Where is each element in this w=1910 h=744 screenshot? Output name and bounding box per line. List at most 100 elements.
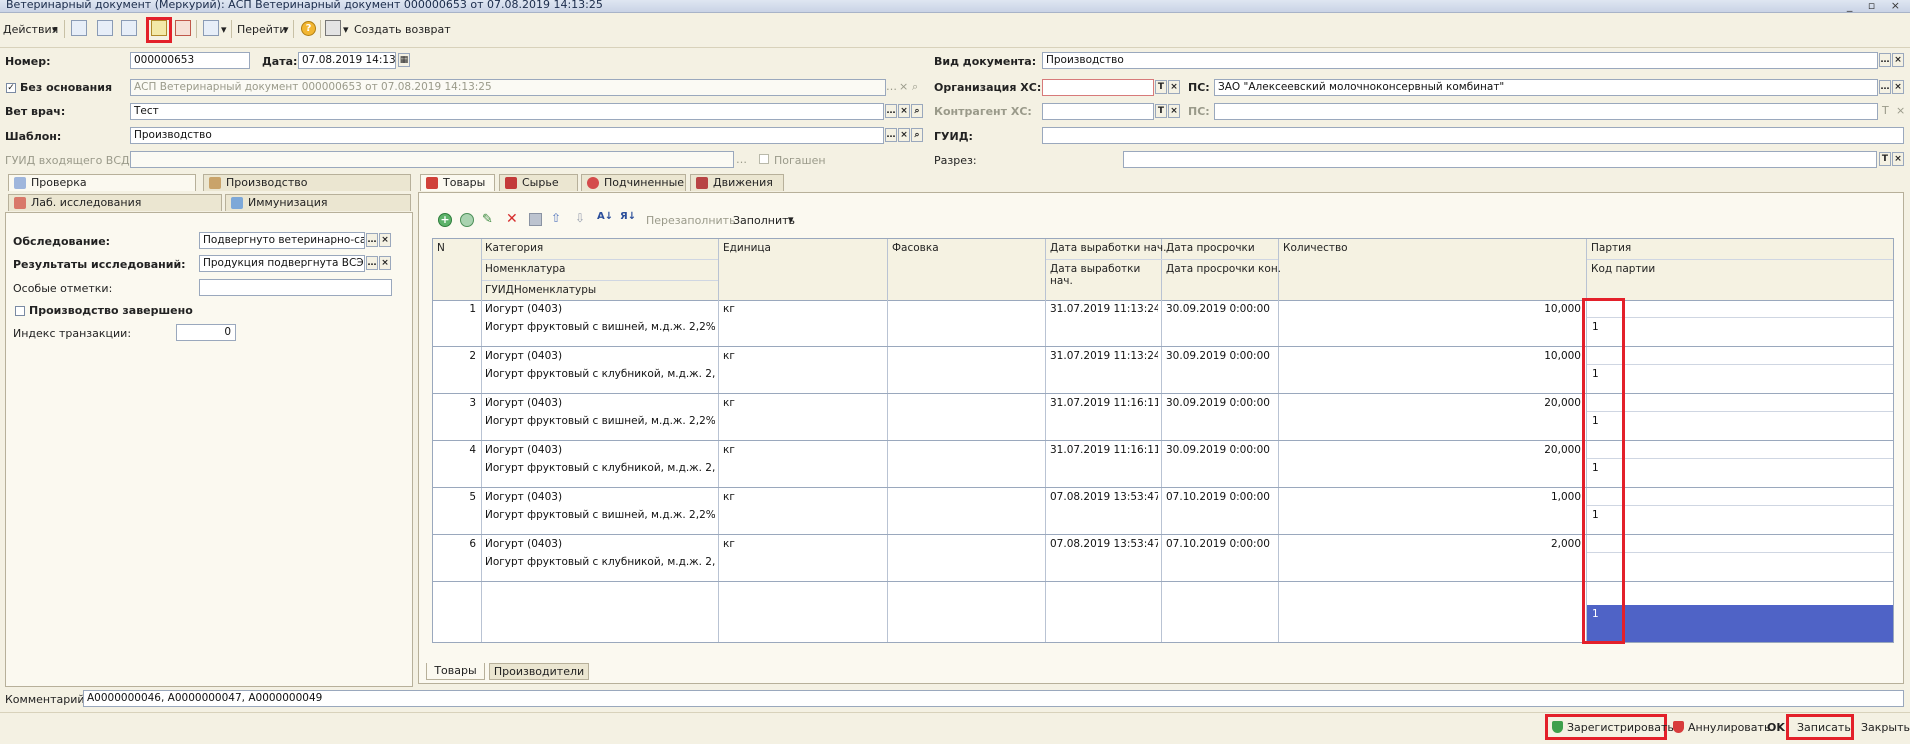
cell-prod-date[interactable]: 31.07.2019 11:13:24	[1050, 303, 1158, 315]
tab-lab-tests[interactable]: Лаб. исследования	[8, 194, 222, 211]
register-button[interactable]: Зарегистрировать	[1567, 721, 1674, 734]
cell-n[interactable]: 1	[436, 303, 476, 315]
cell-unit[interactable]: кг	[723, 491, 883, 503]
special-marks-field[interactable]	[199, 279, 392, 296]
header-n[interactable]: N	[437, 242, 445, 254]
cell-category[interactable]: Йогурт (0403)	[485, 350, 715, 362]
print-dropdown-icon[interactable]: ▾	[343, 23, 349, 36]
cell-unit[interactable]: кг	[723, 350, 883, 362]
cell-n[interactable]: 5	[436, 491, 476, 503]
unpost-icon[interactable]	[175, 20, 191, 36]
header-batch-code[interactable]: Код партии	[1591, 263, 1655, 275]
close-button[interactable]: Закрыть	[1861, 721, 1910, 734]
guid-field[interactable]	[1042, 127, 1904, 144]
cell-exp-date[interactable]: 30.09.2019 0:00:00	[1166, 350, 1276, 362]
cell-unit[interactable]: кг	[723, 538, 883, 550]
ps2-clear-icon[interactable]: ×	[1896, 104, 1905, 117]
header-guid-nomenclature[interactable]: ГУИДНоменклатуры	[485, 284, 596, 296]
sort-asc-icon[interactable]: A↓	[597, 211, 613, 222]
bottom-tab-producers[interactable]: Производители	[489, 663, 589, 680]
tab-movements[interactable]: Движения	[690, 174, 784, 191]
tab-production[interactable]: Производство	[203, 174, 411, 191]
cell-category[interactable]: Йогурт (0403)	[485, 538, 715, 550]
counterparty-field[interactable]	[1042, 103, 1154, 120]
structure-dropdown-icon[interactable]: ▾	[221, 23, 227, 36]
cell-n[interactable]: 6	[436, 538, 476, 550]
cell-unit[interactable]: кг	[723, 397, 883, 409]
fill-dropdown-icon[interactable]: ▾	[788, 213, 794, 226]
print-icon[interactable]	[325, 20, 341, 36]
template-select-button[interactable]: …	[885, 128, 897, 142]
vet-clear-icon[interactable]: ×	[898, 104, 910, 118]
end-edit-icon[interactable]	[529, 213, 542, 226]
template-search-icon[interactable]: ⌕	[911, 128, 923, 142]
refresh-icon[interactable]	[121, 20, 137, 36]
cell-n[interactable]: 2	[436, 350, 476, 362]
fill-document-icon[interactable]	[151, 20, 167, 36]
cell-nomenclature[interactable]: Йогурт фруктовый с клубникой, м.д.ж. 2,2…	[485, 556, 715, 568]
cell-exp-date[interactable]: 30.09.2019 0:00:00	[1166, 303, 1276, 315]
incoming-guid-select-button[interactable]: …	[736, 153, 747, 166]
cell-unit[interactable]: кг	[723, 444, 883, 456]
cell-n[interactable]: 3	[436, 397, 476, 409]
template-field[interactable]: Производство	[130, 127, 884, 144]
cell-exp-date[interactable]: 07.10.2019 0:00:00	[1166, 538, 1276, 550]
selected-batch-cell[interactable]	[1587, 605, 1893, 642]
header-nomenclature[interactable]: Номенклатура	[485, 263, 565, 275]
cell-nomenclature[interactable]: Йогурт фруктовый с клубникой, м.д.ж. 2,2…	[485, 368, 715, 380]
go-menu[interactable]: Перейти	[237, 23, 287, 36]
save-button[interactable]: Записать	[1797, 721, 1851, 734]
transaction-index-field[interactable]: 0	[176, 324, 236, 341]
move-down-icon[interactable]: ⇩	[575, 211, 585, 225]
tab-goods[interactable]: Товары	[420, 174, 495, 191]
edit-row-icon[interactable]: ✎	[482, 212, 493, 227]
calendar-icon[interactable]: ▦	[398, 53, 410, 67]
cell-prod-date[interactable]: 07.08.2019 13:53:47	[1050, 491, 1158, 503]
production-done-checkbox[interactable]	[15, 306, 25, 316]
number-field[interactable]: 000000653	[130, 52, 250, 69]
annul-button[interactable]: Аннулировать	[1688, 721, 1770, 734]
copy-row-icon[interactable]	[460, 213, 474, 227]
cell-exp-date[interactable]: 30.09.2019 0:00:00	[1166, 444, 1276, 456]
inspection-select-button[interactable]: …	[366, 233, 378, 247]
cell-nomenclature[interactable]: Йогурт фруктовый с вишней, м.д.ж. 2,2% п…	[485, 321, 715, 333]
actions-dropdown-icon[interactable]: ▾	[52, 23, 58, 36]
cell-quantity[interactable]: 2,000	[1283, 538, 1581, 550]
cell-quantity[interactable]: 20,000	[1283, 444, 1581, 456]
date-field[interactable]: 07.08.2019 14:13:2	[298, 52, 396, 69]
save-copy-icon[interactable]	[71, 20, 87, 36]
header-exp-date[interactable]: Дата просрочки	[1166, 242, 1255, 254]
header-exp-date-end[interactable]: Дата просрочки кон.	[1166, 263, 1281, 275]
sort-desc-icon[interactable]: Я↓	[620, 211, 636, 222]
org-type-button[interactable]: T	[1155, 80, 1167, 94]
window-controls[interactable]: _ ▫ ×	[1847, 0, 1906, 12]
header-packing[interactable]: Фасовка	[892, 242, 939, 254]
cell-exp-date[interactable]: 30.09.2019 0:00:00	[1166, 397, 1276, 409]
section-clear-icon[interactable]: ×	[1892, 152, 1904, 166]
tab-immunization[interactable]: Иммунизация	[225, 194, 411, 211]
doc-type-select-button[interactable]: …	[1879, 53, 1891, 67]
section-type-button[interactable]: T	[1879, 152, 1891, 166]
cell-category[interactable]: Йогурт (0403)	[485, 397, 715, 409]
doc-type-clear-icon[interactable]: ×	[1892, 53, 1904, 67]
doc-type-field[interactable]: Производство	[1042, 52, 1878, 69]
cell-prod-date[interactable]: 31.07.2019 11:13:24	[1050, 350, 1158, 362]
basis-search-icon[interactable]: ⌕	[912, 80, 918, 94]
ps-clear-icon[interactable]: ×	[1892, 80, 1904, 94]
create-return-button[interactable]: Создать возврат	[354, 23, 451, 36]
results-field[interactable]: Продукция подвергнута ВСЭ в г	[199, 255, 365, 272]
ps2-field[interactable]	[1214, 103, 1878, 120]
org-clear-icon[interactable]: ×	[1168, 80, 1180, 94]
cell-nomenclature[interactable]: Йогурт фруктовый с вишней, м.д.ж. 2,2% п…	[485, 509, 715, 521]
cell-category[interactable]: Йогурт (0403)	[485, 491, 715, 503]
template-clear-icon[interactable]: ×	[898, 128, 910, 142]
tab-subordinate[interactable]: Подчиненные	[581, 174, 686, 191]
header-prod-date[interactable]: Дата выработки нач.	[1050, 242, 1166, 254]
results-select-button[interactable]: …	[366, 256, 378, 270]
cell-prod-date[interactable]: 31.07.2019 11:16:11	[1050, 444, 1158, 456]
cell-quantity[interactable]: 10,000	[1283, 303, 1581, 315]
basis-field[interactable]: АСП Ветеринарный документ 000000653 от 0…	[130, 79, 886, 96]
inspection-field[interactable]: Подвергнуто ветеринарно-сани	[199, 232, 365, 249]
no-basis-checkbox[interactable]: ✓	[6, 83, 16, 93]
cell-unit[interactable]: кг	[723, 303, 883, 315]
